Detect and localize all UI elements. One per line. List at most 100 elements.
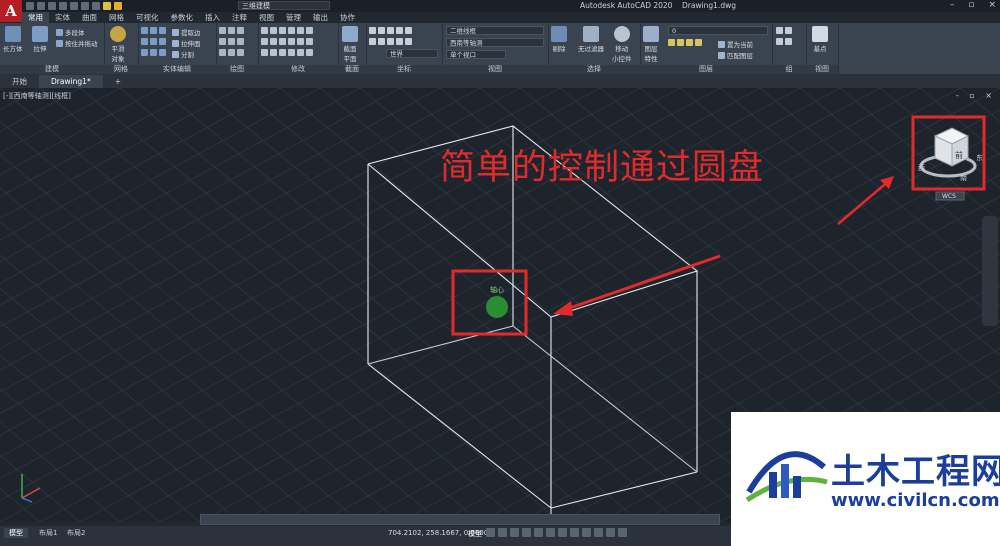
layer-properties-button[interactable]: 图层 特性 [643, 26, 659, 63]
autocad-logo[interactable]: A [0, 0, 22, 22]
new-tab-button[interactable]: + [103, 75, 133, 88]
visual-style-dropdown[interactable]: 二维线框 [446, 26, 544, 35]
file-tabs: 开始 Drawing1* + [0, 75, 1000, 88]
otrack-toggle-icon[interactable] [546, 528, 555, 537]
tab-3[interactable]: 网格 [103, 12, 130, 23]
viewport-controls[interactable]: - ▫ × [956, 91, 996, 100]
maximize-icon[interactable]: ▫ [968, 0, 974, 10]
base-point-button[interactable]: 基点 [812, 26, 828, 53]
pivot-label: 轴心 [490, 285, 504, 294]
draw-tools-2[interactable] [219, 38, 244, 45]
layer-tools[interactable] [668, 39, 702, 46]
polysolid-button[interactable]: 多段体 [56, 27, 85, 37]
tab-2[interactable]: 曲面 [76, 12, 103, 23]
sun-icon[interactable] [114, 2, 122, 10]
modify-tools-2[interactable] [261, 38, 313, 45]
navigation-bar[interactable] [982, 216, 998, 326]
layer-dropdown[interactable]: 0 [668, 26, 768, 35]
match-layer-button[interactable]: 匹配图层 [718, 50, 753, 60]
polar-toggle-icon[interactable] [522, 528, 531, 537]
wcs-menu-label[interactable]: WCS [942, 193, 956, 200]
tab-layout1[interactable]: 布局1 [34, 528, 62, 538]
tab-1[interactable]: 实体 [49, 12, 76, 23]
annotation-scale-icon[interactable] [594, 528, 603, 537]
redo-icon[interactable] [92, 2, 100, 10]
customize-icon[interactable] [618, 528, 627, 537]
workspace-dropdown[interactable]: 三维建模 [238, 1, 330, 10]
ucs-tools[interactable] [369, 27, 412, 34]
tab-0[interactable]: 常用 [22, 12, 49, 23]
union-icon[interactable] [141, 27, 166, 34]
undo-icon[interactable] [81, 2, 89, 10]
tab-5[interactable]: 参数化 [165, 12, 200, 23]
open-icon[interactable] [37, 2, 45, 10]
draw-tools-3[interactable] [219, 49, 244, 56]
compass-west-label[interactable]: 西 [918, 164, 925, 172]
minimize-icon[interactable]: – [950, 0, 955, 10]
separate-button[interactable]: 分割 [172, 49, 194, 59]
panel-label[interactable]: 建模 [0, 65, 104, 74]
viewport-config-dropdown[interactable]: 单个视口 [446, 50, 506, 59]
smooth-object-button[interactable]: 平滑 对象 [110, 26, 126, 63]
viewcube-face-label[interactable]: 前 [955, 150, 963, 160]
new-icon[interactable] [26, 2, 34, 10]
tab-11[interactable]: 协作 [334, 12, 361, 23]
modify-tools[interactable] [261, 27, 313, 34]
quick-access-toolbar [26, 1, 122, 11]
ucs-tools-2[interactable] [369, 38, 412, 45]
extrude-faces-button[interactable]: 拉伸面 [172, 38, 201, 48]
section-plane-button[interactable]: 截面 平面 [342, 26, 358, 63]
pivot-gizmo [486, 296, 508, 318]
panel-layers: 图层 特性 0 置为当前 匹配图层 图层 [640, 23, 773, 74]
grid-toggle-icon[interactable] [486, 528, 495, 537]
tab-6[interactable]: 插入 [199, 12, 226, 23]
watermark: 土木工程网 www.civilcn.com [731, 412, 1000, 546]
tab-4[interactable]: 可视化 [130, 12, 165, 23]
compass-east-label[interactable]: 东 [976, 153, 983, 162]
layer-bulb-icon[interactable] [103, 2, 111, 10]
transparency-toggle-icon[interactable] [570, 528, 579, 537]
tab-layout2[interactable]: 布局2 [62, 528, 90, 538]
tab-start[interactable]: 开始 [0, 75, 39, 88]
subtract-icon[interactable] [141, 38, 166, 45]
tab-model[interactable]: 模型 [4, 528, 28, 538]
group-tools-2[interactable] [776, 38, 792, 45]
model-space-toggle[interactable]: 模型 [468, 529, 482, 539]
annotation-text: 简单的控制通过圆盘 [440, 148, 765, 188]
close-icon[interactable]: × [988, 0, 996, 10]
viewport-label[interactable]: [-][西南等轴测][线框] [3, 91, 71, 101]
culling-button[interactable]: 剔除 [551, 26, 567, 53]
set-current-button[interactable]: 置为当前 [718, 39, 753, 49]
compass-south-label[interactable]: 南 [960, 173, 967, 182]
extrude-button[interactable]: 拉伸 [32, 26, 48, 53]
tab-7[interactable]: 注释 [226, 12, 253, 23]
panel-section: 截面 平面 截面 [338, 23, 367, 74]
saveas-icon[interactable] [59, 2, 67, 10]
panel-solid-edit: 提取边 拉伸面 分割 实体编辑 [138, 23, 217, 74]
save-icon[interactable] [48, 2, 56, 10]
extract-edges-button[interactable]: 提取边 [172, 27, 201, 37]
snap-toggle-icon[interactable] [498, 528, 507, 537]
tab-10[interactable]: 输出 [307, 12, 334, 23]
move-gizmo-button[interactable]: 移动 小控件 [612, 26, 632, 63]
presspull-button[interactable]: 按住并拖动 [56, 38, 98, 48]
view-direction-dropdown[interactable]: 西南等轴测 [446, 38, 544, 47]
ortho-toggle-icon[interactable] [510, 528, 519, 537]
ucs-dropdown[interactable]: 世界 [386, 49, 438, 58]
intersect-icon[interactable] [141, 49, 166, 56]
gizmo-toggle-icon[interactable] [582, 528, 591, 537]
box-button[interactable]: 长方体 [3, 26, 23, 53]
title-bar: A 三维建模 Autodesk AutoCAD 2020 Drawing1.dw… [0, 0, 1000, 22]
tab-drawing1[interactable]: Drawing1* [39, 75, 103, 88]
group-tools[interactable] [776, 27, 792, 34]
osnap-toggle-icon[interactable] [534, 528, 543, 537]
lineweight-toggle-icon[interactable] [558, 528, 567, 537]
tab-9[interactable]: 管理 [280, 12, 307, 23]
command-line[interactable] [200, 514, 720, 525]
tab-8[interactable]: 视图 [253, 12, 280, 23]
modify-tools-3[interactable] [261, 49, 313, 56]
print-icon[interactable] [70, 2, 78, 10]
no-filter-button[interactable]: 无过滤器 [578, 26, 604, 53]
draw-tools[interactable] [219, 27, 244, 34]
workspace-icon[interactable] [606, 528, 615, 537]
